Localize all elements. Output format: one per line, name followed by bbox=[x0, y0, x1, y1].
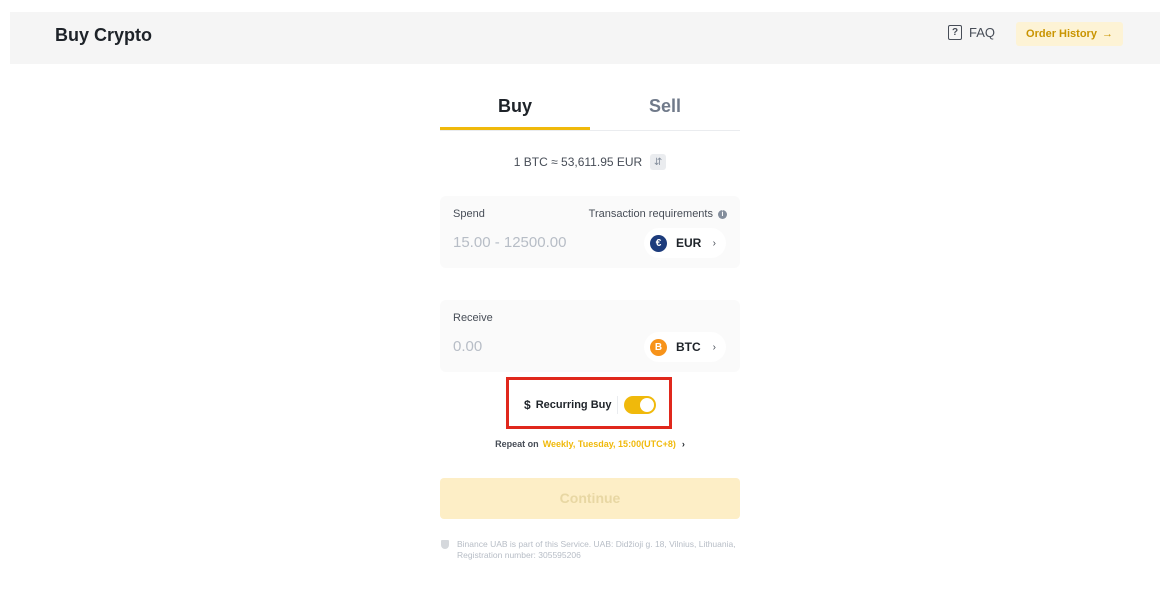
arrow-right-icon: → bbox=[1101, 28, 1113, 40]
exchange-rate: 1 BTC ≈ 53,611.95 EUR ⇵ bbox=[440, 154, 740, 170]
order-history-button[interactable]: Order History → bbox=[1016, 22, 1123, 46]
recurring-buy-label: Recurring Buy bbox=[535, 399, 612, 411]
faq-label: FAQ bbox=[969, 25, 996, 40]
spend-currency-label: EUR bbox=[676, 236, 702, 250]
order-history-label: Order History bbox=[1026, 28, 1097, 40]
eur-coin-icon: € bbox=[650, 234, 667, 252]
top-header: Buy Crypto ? FAQ Order History → bbox=[10, 12, 1160, 64]
repeat-value[interactable]: Weekly, Tuesday, 15:00(UTC+8) bbox=[543, 439, 676, 449]
recurring-buy-icon: $ bbox=[524, 398, 531, 412]
continue-button[interactable]: Continue bbox=[440, 478, 740, 519]
info-icon: i bbox=[718, 209, 727, 219]
page-title: Buy Crypto bbox=[55, 25, 153, 45]
tab-buy[interactable]: Buy bbox=[440, 86, 590, 130]
receive-currency-label: BTC bbox=[676, 340, 701, 354]
spend-label: Spend bbox=[453, 208, 485, 220]
spend-currency-selector[interactable]: € EUR › bbox=[644, 228, 726, 258]
receive-box: Receive 0.00 B BTC › bbox=[440, 300, 740, 372]
tab-sell[interactable]: Sell bbox=[590, 86, 740, 130]
receive-label: Receive bbox=[453, 312, 493, 324]
recurring-buy-row: $ Recurring Buy bbox=[524, 396, 657, 414]
spend-box: Spend Transaction requirements i 15.00 -… bbox=[440, 196, 740, 268]
toggle-knob bbox=[640, 398, 655, 412]
disclaimer-text: Binance UAB is part of this Service. UAB… bbox=[457, 539, 736, 560]
faq-link[interactable]: ? FAQ bbox=[948, 25, 995, 40]
buy-sell-tabs: Buy Sell bbox=[440, 86, 740, 131]
swap-icon[interactable]: ⇵ bbox=[650, 154, 667, 170]
spend-amount-input[interactable]: 15.00 - 12500.00 bbox=[453, 234, 566, 251]
divider bbox=[617, 396, 619, 414]
exchange-rate-text: 1 BTC ≈ 53,611.95 EUR bbox=[513, 155, 643, 169]
repeat-schedule[interactable]: Repeat on Weekly, Tuesday, 15:00(UTC+8) … bbox=[440, 439, 740, 449]
disclaimer: Binance UAB is part of this Service. UAB… bbox=[441, 539, 741, 561]
recurring-buy-toggle[interactable] bbox=[624, 396, 657, 414]
transaction-requirements[interactable]: Transaction requirements i bbox=[589, 208, 727, 220]
btc-coin-icon: B bbox=[650, 338, 667, 356]
shield-icon bbox=[441, 540, 449, 549]
repeat-prefix: Repeat on bbox=[495, 439, 539, 449]
chevron-right-icon: › bbox=[712, 237, 716, 249]
chevron-right-icon: › bbox=[712, 341, 716, 353]
receive-currency-selector[interactable]: B BTC › bbox=[644, 332, 726, 362]
faq-icon: ? bbox=[948, 25, 962, 40]
receive-amount-input[interactable]: 0.00 bbox=[453, 338, 482, 355]
chevron-right-icon: › bbox=[681, 439, 685, 449]
transaction-requirements-label: Transaction requirements bbox=[588, 208, 713, 220]
